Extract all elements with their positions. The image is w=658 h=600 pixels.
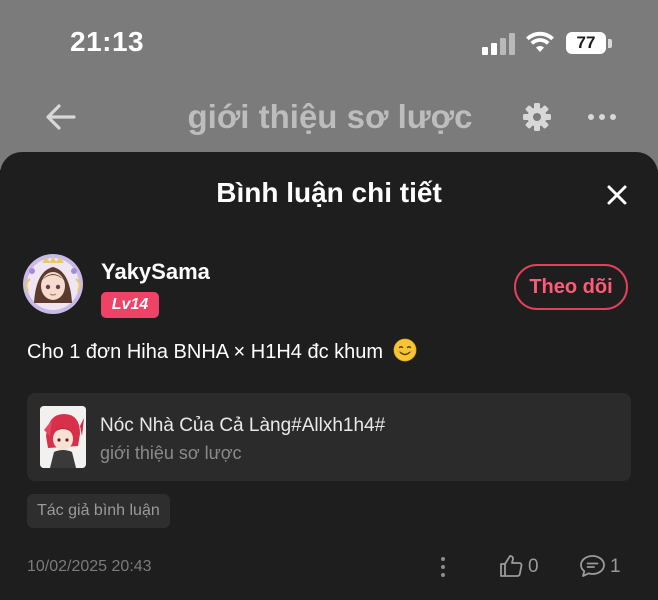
battery-level: 77 [576, 33, 596, 52]
back-arrow-icon[interactable] [44, 100, 78, 134]
comment-text: Cho 1 đơn Hiha BNHA × H1H4 đc khum [27, 341, 384, 363]
battery-tip [608, 39, 612, 48]
comment-body: Cho 1 đơn Hiha BNHA × H1H4 đc khum [27, 338, 417, 364]
like-count: 0 [528, 556, 539, 577]
smile-emoji-icon [393, 338, 417, 362]
comment-detail-sheet: Bình luận chi tiết YakySama Lv14 Theo dõ… [0, 152, 658, 600]
page-title: giới thiệu sơ lược [187, 98, 473, 135]
status-time: 21:13 [70, 26, 145, 57]
username[interactable]: YakySama [101, 259, 210, 285]
sheet-title: Bình luận chi tiết [216, 177, 442, 208]
battery-icon: 77 [566, 32, 606, 54]
gear-icon[interactable] [522, 102, 552, 132]
vertical-more-icon[interactable] [433, 554, 453, 580]
comment-timestamp: 10/02/2025 20:43 [27, 558, 152, 575]
comment-bubble-icon[interactable] [579, 553, 606, 579]
status-bar: 21:13 77 [0, 0, 658, 88]
work-title: Nóc Nhà Của Cả Làng#Allxh1h4# [100, 415, 386, 436]
work-cover-thumbnail [40, 406, 86, 468]
thumbs-up-icon[interactable] [498, 553, 524, 579]
reply-count: 1 [610, 556, 621, 577]
wifi-icon [526, 31, 554, 52]
signal-icon [482, 33, 516, 55]
avatar[interactable] [22, 253, 84, 315]
work-subtitle: giới thiệu sơ lược [100, 443, 242, 463]
level-badge: Lv14 [101, 292, 159, 318]
more-options-icon[interactable] [586, 104, 618, 130]
follow-button[interactable]: Theo dõi [514, 264, 628, 310]
screen: 21:13 77 giới thiệu sơ lược Bình luận ch… [0, 0, 658, 600]
linked-work-card[interactable]: Nóc Nhà Của Cả Làng#Allxh1h4# giới thiệu… [27, 393, 631, 481]
nav-bar: giới thiệu sơ lược [0, 88, 658, 148]
close-icon[interactable] [598, 176, 636, 214]
author-comment-tag: Tác giả bình luận [27, 494, 170, 528]
